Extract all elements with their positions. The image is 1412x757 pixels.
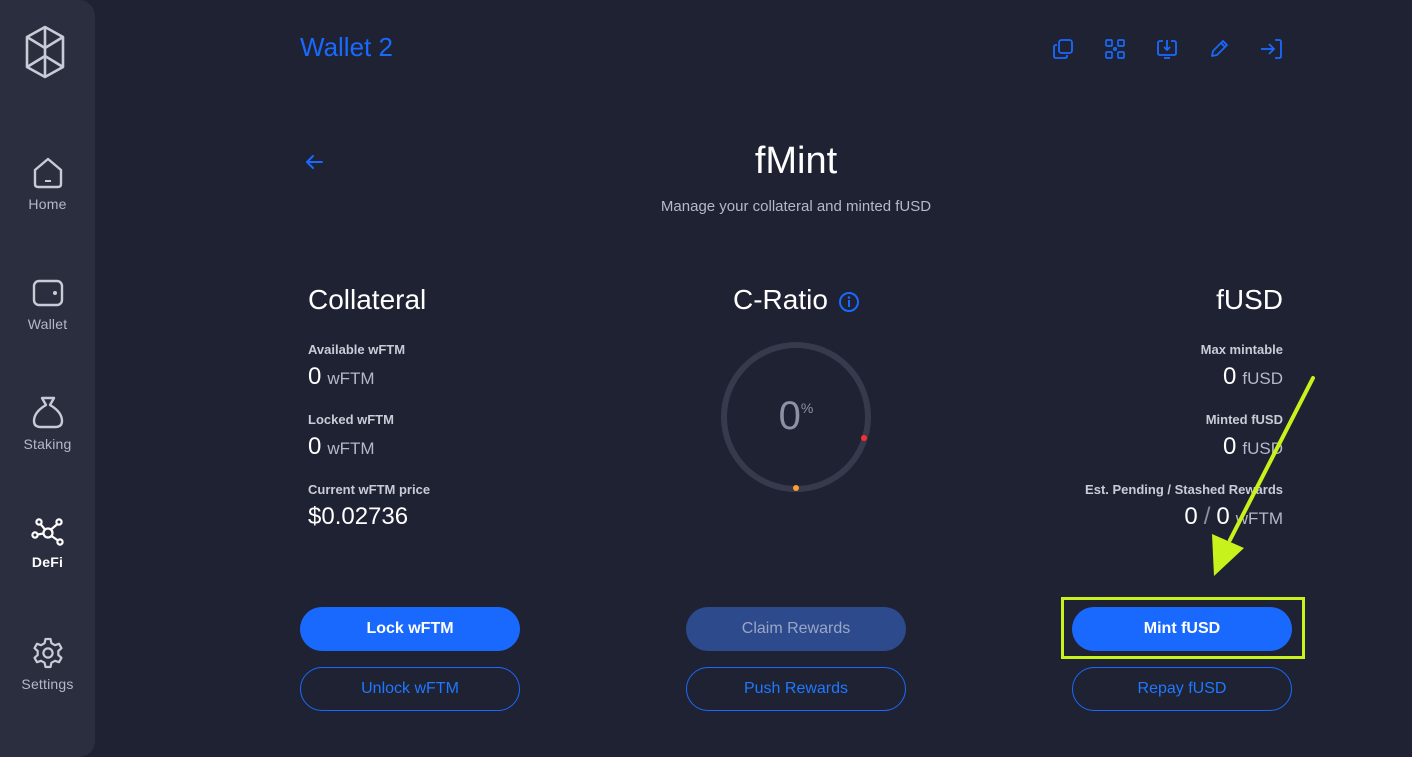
sidebar-item-defi[interactable]: DeFi	[0, 516, 95, 596]
sidebar-item-label: Settings	[21, 676, 74, 692]
sidebar-item-label: DeFi	[31, 554, 64, 570]
available-wftm-amount: 0	[308, 363, 322, 390]
gear-icon	[32, 637, 63, 669]
page-subtitle: Manage your collateral and minted fUSD	[660, 198, 932, 215]
available-wftm-unit: wFTM	[327, 369, 375, 388]
unlock-wftm-button[interactable]: Unlock wFTM	[300, 667, 520, 711]
annotation-arrow-icon	[1212, 376, 1315, 576]
page-title: fMint	[754, 140, 838, 182]
sidebar-item-wallet[interactable]: Wallet	[0, 278, 95, 358]
wallet-title: Wallet 2	[300, 32, 393, 62]
locked-wftm-label: Locked wFTM	[308, 412, 394, 427]
qr-code-icon[interactable]	[1102, 36, 1128, 62]
header-toolbar	[1050, 36, 1284, 62]
sidebar-item-label: Home	[28, 196, 67, 212]
sidebar-item-home[interactable]: Home	[0, 156, 95, 236]
mint-button-highlight	[1061, 597, 1305, 659]
back-arrow-icon[interactable]	[302, 150, 326, 174]
collateral-heading: Collateral	[308, 284, 427, 315]
pending-rewards-amount: 0	[1184, 503, 1198, 530]
available-wftm-value: 0 wFTM	[308, 363, 375, 391]
sidebar-item-label: Staking	[23, 436, 72, 452]
gauge-warning-marker	[793, 485, 799, 491]
lock-wftm-button[interactable]: Lock wFTM	[300, 607, 520, 651]
c-ratio-unit: %	[800, 400, 814, 416]
locked-wftm-amount: 0	[308, 433, 322, 460]
home-icon	[33, 157, 62, 189]
c-ratio-number: 0	[778, 394, 801, 438]
max-mintable-label: Max mintable	[1200, 342, 1283, 357]
receive-icon[interactable]	[1154, 36, 1180, 62]
wftm-price-label: Current wFTM price	[308, 482, 431, 497]
wallet-icon	[32, 279, 63, 307]
available-wftm-label: Available wFTM	[308, 342, 406, 357]
wftm-price-value: $0.02736	[308, 503, 409, 530]
c-ratio-heading: C-Ratio	[733, 284, 828, 315]
locked-wftm-value: 0 wFTM	[308, 433, 375, 461]
edit-icon[interactable]	[1206, 36, 1232, 62]
sidebar-item-staking[interactable]: Staking	[0, 394, 95, 474]
sidebar-item-settings[interactable]: Settings	[0, 636, 95, 716]
claim-rewards-button[interactable]: Claim Rewards	[686, 607, 906, 651]
push-rewards-button[interactable]: Push Rewards	[686, 667, 906, 711]
locked-wftm-unit: wFTM	[327, 439, 375, 458]
logout-icon[interactable]	[1258, 36, 1284, 62]
c-ratio-value: 0%	[719, 394, 873, 439]
staking-bag-icon	[32, 396, 63, 429]
sidebar-item-label: Wallet	[27, 316, 68, 332]
copy-icon[interactable]	[1050, 36, 1076, 62]
defi-network-icon	[30, 518, 64, 546]
repay-fusd-button[interactable]: Repay fUSD	[1072, 667, 1292, 711]
fusd-heading: fUSD	[1216, 284, 1283, 315]
info-icon[interactable]	[838, 291, 860, 313]
fantom-logo-icon	[25, 25, 65, 79]
sidebar: Home Wallet Staking DeFi Settings	[0, 0, 95, 757]
